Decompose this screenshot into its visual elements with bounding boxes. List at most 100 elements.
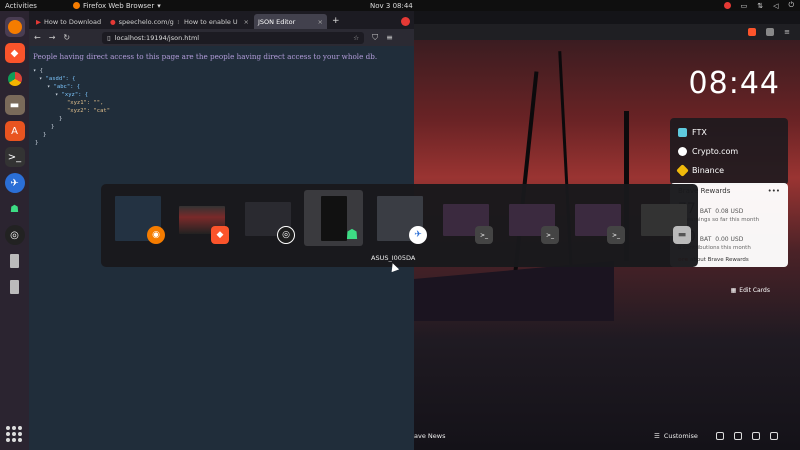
tab-label: How to Download xyxy=(44,17,102,26)
dock-app-store[interactable]: A xyxy=(4,121,25,141)
tab-label: How to enable U xyxy=(184,17,238,26)
switcher-item-terminal-1[interactable]: >_ xyxy=(436,190,495,246)
brave-tray-icon[interactable] xyxy=(723,2,731,9)
customise-button[interactable]: ☰ Customise xyxy=(654,432,698,440)
crypto-com-icon xyxy=(678,147,687,156)
show-applications-button[interactable] xyxy=(6,426,22,442)
brave-nav-bar: ≡ xyxy=(414,24,800,40)
crypto-item-crypto-com[interactable]: Crypto.com xyxy=(678,142,780,161)
clock[interactable]: Nov 3 08:44 xyxy=(370,2,413,10)
brave-news-button[interactable]: ave News xyxy=(414,432,445,440)
dock: ◆ ▬ A >_ ✈ ☗ ◎ xyxy=(0,11,29,450)
dock-terminal[interactable]: >_ xyxy=(4,147,25,167)
menu-icon[interactable]: ≡ xyxy=(386,33,393,42)
crypto-label: Binance xyxy=(692,166,725,175)
switcher-item-android-studio[interactable]: ☗ xyxy=(304,190,363,246)
tab-label: JSON Editor xyxy=(258,17,296,26)
activities-button[interactable]: Activities xyxy=(5,2,37,10)
app-store-icon: A xyxy=(11,125,18,137)
volume-icon: ◁ xyxy=(773,1,779,10)
switcher-item-terminal-3[interactable]: >_ xyxy=(568,190,627,246)
chrome-icon xyxy=(7,72,22,86)
json-line[interactable]: ▾ "abc": { xyxy=(33,83,410,91)
new-tab-button[interactable]: + xyxy=(332,16,340,26)
app-menu[interactable]: Firefox Web Browser ▾ xyxy=(73,2,161,10)
close-icon[interactable]: × xyxy=(177,18,179,26)
shield-icon[interactable]: ⛉ xyxy=(372,33,378,43)
dock-usb-drive-2[interactable] xyxy=(5,277,25,297)
json-line[interactable]: "xyz2": "cat" xyxy=(33,107,410,115)
dock-chrome[interactable] xyxy=(5,69,25,89)
settings-icon[interactable] xyxy=(716,432,724,440)
warning-message: People having direct access to this page… xyxy=(33,52,378,61)
rewards-icon[interactable] xyxy=(766,28,775,36)
json-line[interactable]: ▾ "xyz": { xyxy=(33,91,410,99)
switcher-item-obs[interactable]: ◎ xyxy=(238,190,297,246)
dock-brave[interactable]: ◆ xyxy=(4,43,25,63)
switcher-item-files[interactable]: ▬ xyxy=(634,190,693,246)
close-icon[interactable]: × xyxy=(244,18,249,26)
tab-1[interactable]: ● speechelo.com/g × xyxy=(106,14,179,29)
nav-bar: ← → ↻ ▯ localhost:19194/json.html ☆ ⛉ ≡ xyxy=(29,29,414,46)
folder-icon: ▬ xyxy=(673,226,691,244)
power-icon: ⏻ xyxy=(788,1,794,9)
desktop: Activities Firefox Web Browser ▾ Nov 3 0… xyxy=(0,0,800,450)
dock-files[interactable]: ▬ xyxy=(4,95,25,115)
terminal-icon: >_ xyxy=(7,151,22,163)
json-line: } xyxy=(43,132,47,138)
dock-android-studio[interactable]: ☗ xyxy=(5,199,25,219)
binance-icon xyxy=(676,164,689,177)
folder-icon: ▬ xyxy=(9,99,20,111)
usb-drive-icon xyxy=(10,280,19,294)
url-bar[interactable]: ▯ localhost:19194/json.html ☆ xyxy=(102,31,365,44)
asus-icon: ✈ xyxy=(409,226,427,244)
tab-3[interactable]: JSON Editor × xyxy=(254,14,327,29)
site-icon: ● xyxy=(110,17,116,26)
sliders-icon: ☰ xyxy=(654,432,660,440)
forward-icon[interactable]: → xyxy=(49,33,56,42)
dock-obs[interactable]: ◎ xyxy=(4,225,25,245)
more-icon[interactable]: ••• xyxy=(768,187,780,195)
crypto-widget: FTX Crypto.com Binance xyxy=(670,118,788,185)
back-icon[interactable]: ← xyxy=(34,33,41,42)
firefox-icon: ◉ xyxy=(147,226,165,244)
json-line[interactable]: ▾ { xyxy=(33,67,410,75)
switcher-item-firefox[interactable]: ◉ xyxy=(108,190,167,246)
edit-cards-button[interactable]: ▦ Edit Cards xyxy=(731,287,770,294)
system-tray[interactable]: ▭ ⇅ ◁ ⏻ xyxy=(723,1,794,10)
crypto-item-binance[interactable]: Binance xyxy=(676,161,780,180)
close-window-icon[interactable] xyxy=(401,17,410,26)
menu-icon[interactable]: ≡ xyxy=(784,28,790,36)
dock-firefox[interactable] xyxy=(4,17,25,37)
switcher-selected-label: ASUS_I005DA xyxy=(371,254,416,262)
obs-icon: ◎ xyxy=(277,226,295,244)
chip-icon: ▭ xyxy=(740,1,748,10)
bookmark-star-icon[interactable]: ☆ xyxy=(353,34,359,42)
bookmarks-icon[interactable] xyxy=(734,432,742,440)
dock-asus[interactable]: ✈ xyxy=(4,173,25,193)
json-tree: ▾ { ▾ "asdd": { ▾ "abc": { ▾ "xyz": { "x… xyxy=(33,67,410,147)
crypto-item-ftx[interactable]: FTX xyxy=(678,123,780,142)
switcher-item-brave[interactable]: ◆ xyxy=(172,190,231,246)
edit-icon: ▦ xyxy=(730,287,737,294)
history-icon[interactable] xyxy=(752,432,760,440)
json-line[interactable]: "xyz1": "", xyxy=(33,99,410,107)
tab-2[interactable]: How to enable U × xyxy=(180,14,253,29)
video-icon[interactable] xyxy=(770,432,778,440)
network-icon: ⇅ xyxy=(757,1,764,10)
brave-shield-icon[interactable] xyxy=(748,28,757,36)
android-icon: ☗ xyxy=(10,203,19,215)
json-line[interactable]: ▾ "asdd": { xyxy=(33,75,410,83)
close-icon[interactable]: × xyxy=(104,18,105,26)
switcher-item-terminal-2[interactable]: >_ xyxy=(502,190,561,246)
close-icon[interactable]: × xyxy=(318,18,323,26)
dock-usb-drive[interactable] xyxy=(5,251,25,271)
terminal-icon: >_ xyxy=(607,226,625,244)
rewards-link-text: about Brave Rewards xyxy=(689,257,749,263)
tab-0[interactable]: ▶ How to Download × xyxy=(32,14,105,29)
switcher-item-asus[interactable]: ✈ xyxy=(370,190,429,246)
customise-label: Customise xyxy=(663,432,698,440)
reload-icon[interactable]: ↻ xyxy=(63,33,70,42)
usd-value-2: 0.00 USD xyxy=(715,236,744,243)
asus-icon: ✈ xyxy=(10,177,19,189)
